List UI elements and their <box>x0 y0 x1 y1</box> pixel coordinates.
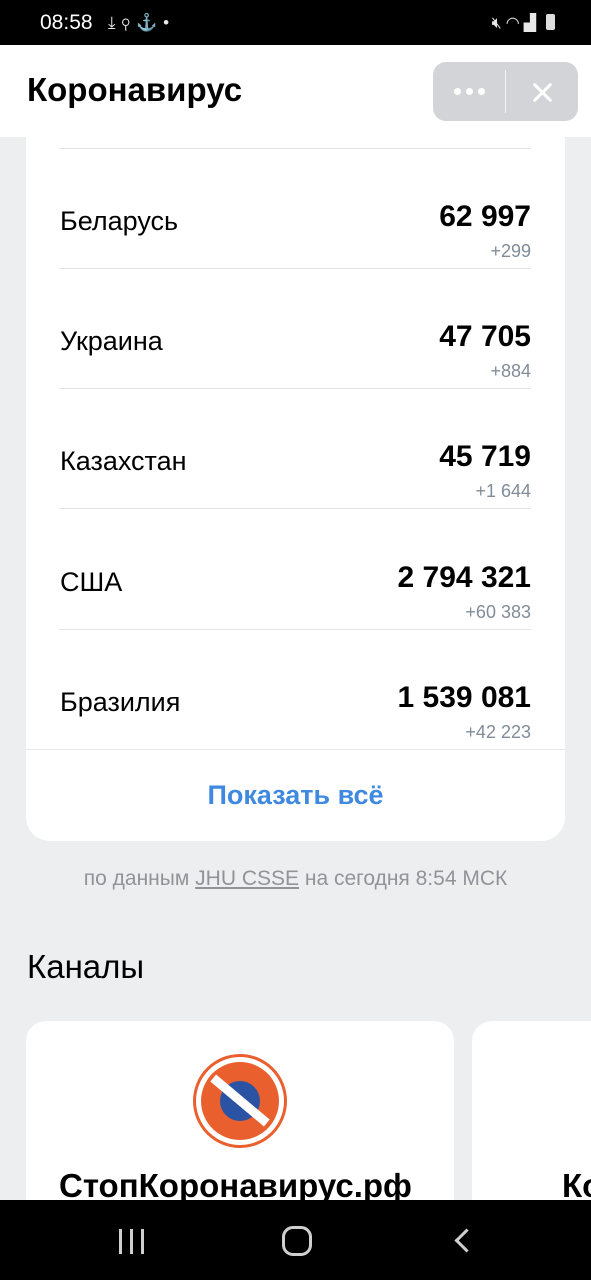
country-name: Беларусь <box>60 206 179 236</box>
mute-icon: 🔇︎ <box>491 15 506 32</box>
country-name: США <box>60 567 123 597</box>
battery-icon <box>546 14 555 30</box>
download-icon: ⤓ <box>108 13 122 32</box>
source-prefix: по данным <box>83 867 190 890</box>
recent-apps-icon[interactable] <box>119 1229 145 1254</box>
case-delta: +60 383 <box>465 602 531 622</box>
country-row: Казахстан 45 719 +1 644 <box>59 389 531 509</box>
status-bar: 08:58 ⤓⚲⚓• 🔇︎◠▟ <box>0 0 591 45</box>
source-link[interactable]: JHU CSSE <box>195 867 299 890</box>
more-icon <box>453 88 461 95</box>
signal-icon: ▟ <box>523 15 540 32</box>
country-name: Бразилия <box>60 687 181 717</box>
case-delta: +884 <box>490 361 531 381</box>
page-title: Коронавирус <box>27 71 243 108</box>
case-count: 1 539 081 <box>397 681 531 714</box>
source-suffix: на сегодня 8:54 МСК <box>304 867 508 890</box>
status-time: 08:58 <box>40 11 93 34</box>
case-count: 47 705 <box>439 320 531 353</box>
status-right-icons: 🔇︎◠▟ <box>492 13 555 33</box>
channel-card[interactable]: Ко <box>472 1021 591 1221</box>
divider <box>59 508 531 509</box>
anchor-icon: ⚓ <box>135 13 164 32</box>
source-note: по данным JHU CSSE на сегодня 8:54 МСК <box>0 867 591 891</box>
case-count: 62 997 <box>439 200 531 233</box>
stopcoronavirus-logo-icon <box>193 1054 287 1148</box>
show-all-button[interactable]: Показать всё <box>26 750 565 841</box>
case-delta: +42 223 <box>465 722 531 742</box>
dot-icon: • <box>163 13 176 32</box>
search-icon: ⚲ <box>121 13 136 32</box>
app-header: Коронавирус <box>0 45 591 137</box>
home-icon[interactable] <box>282 1226 312 1256</box>
stats-card: Беларусь 62 997 +299 Украина 47 705 +884… <box>26 137 565 841</box>
case-count: 2 794 321 <box>397 561 531 594</box>
country-row: США 2 794 321 +60 383 <box>59 510 531 630</box>
close-button[interactable] <box>506 62 578 121</box>
mini-app-controls <box>433 62 578 121</box>
case-delta: +299 <box>490 241 531 261</box>
country-row: Бразилия 1 539 081 +42 223 <box>59 630 531 750</box>
channel-card[interactable]: СтопКоронавирус.рф <box>26 1021 454 1221</box>
country-row: Украина 47 705 +884 <box>59 269 531 389</box>
more-button[interactable] <box>433 62 505 121</box>
country-name: Украина <box>60 326 163 356</box>
case-count: 45 719 <box>439 440 531 473</box>
system-nav-bar <box>0 1200 591 1280</box>
wifi-icon: ◠ <box>505 15 524 32</box>
country-name: Казахстан <box>60 446 187 476</box>
back-icon[interactable] <box>454 1228 479 1253</box>
case-delta: +1 644 <box>475 481 531 501</box>
country-row: Беларусь 62 997 +299 <box>59 149 531 269</box>
status-left-icons: ⤓⚲⚓• <box>108 13 175 33</box>
channels-title: Каналы <box>27 948 145 985</box>
